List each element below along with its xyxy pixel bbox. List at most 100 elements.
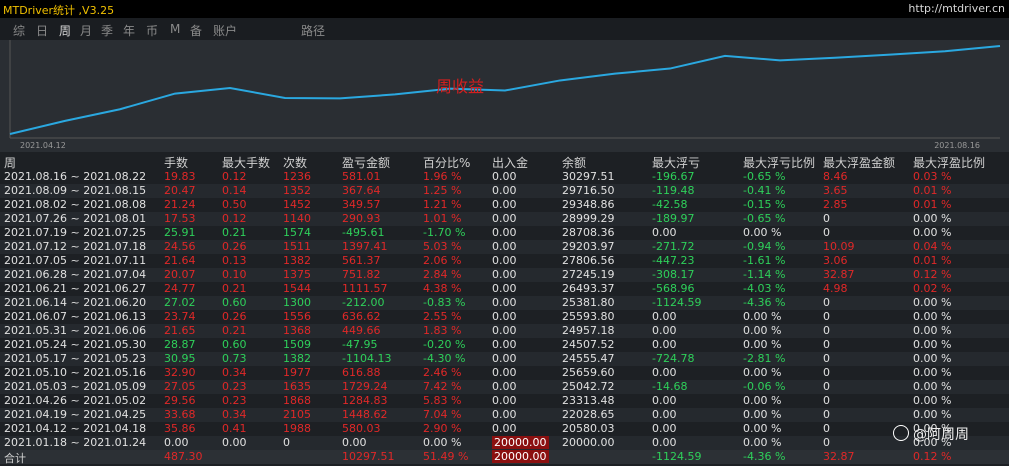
table-row[interactable]: 2021.05.03 ~ 2021.05.09 27.05 0.23 1635 1729…: [0, 380, 1009, 394]
table-row[interactable]: 2021.05.24 ~ 2021.05.30 28.87 0.60 1509 -47.…: [0, 338, 1009, 352]
cell-maxfppct: 0.03 %: [913, 170, 952, 183]
tab-9[interactable]: 账户: [213, 22, 237, 39]
cell-week: 2021.04.19 ~ 2021.04.25: [4, 408, 147, 421]
table-row[interactable]: 2021.01.18 ~ 2021.01.24 0.00 0.00 0 0.00 0.00…: [0, 436, 1009, 450]
cell-maxddpct: 0.00 %: [743, 408, 782, 421]
cell-count: 1236: [283, 170, 311, 183]
tab-7[interactable]: M: [170, 22, 180, 36]
table-row[interactable]: 2021.05.31 ~ 2021.06.06 21.65 0.21 1368 449.…: [0, 324, 1009, 338]
table-row[interactable]: 2021.04.26 ~ 2021.05.02 29.56 0.23 1868 1284…: [0, 394, 1009, 408]
app-title: MTDriver统计 ,V3.25: [3, 4, 115, 17]
cell-maxfppct: 0.00 %: [913, 380, 952, 393]
table-row[interactable]: 2021.05.17 ~ 2021.05.23 30.95 0.73 1382 -110…: [0, 352, 1009, 366]
cell-maxfp: 0: [823, 324, 830, 337]
tab-1[interactable]: 日: [36, 22, 48, 39]
cell-maxfppct: 0.01 %: [913, 254, 952, 267]
cell-maxdd: -196.67: [652, 170, 695, 183]
cell-maxdd: -447.23: [652, 254, 695, 267]
table-row[interactable]: 2021.04.12 ~ 2021.04.18 35.86 0.41 1988 580.…: [0, 422, 1009, 436]
table-row[interactable]: 2021.08.09 ~ 2021.08.15 20.47 0.14 1352 367.…: [0, 184, 1009, 198]
cell-maxlots: 0.41: [222, 422, 247, 435]
cell-count: 1382: [283, 254, 311, 267]
table-row[interactable]: 2021.08.02 ~ 2021.08.08 21.24 0.50 1452 349.…: [0, 198, 1009, 212]
cell-count: 1544: [283, 282, 311, 295]
cell-count: 1382: [283, 352, 311, 365]
cell-maxdd: -271.72: [652, 240, 695, 253]
cell-week: 2021.05.10 ~ 2021.05.16: [4, 366, 147, 379]
tab-8[interactable]: 备: [190, 22, 202, 39]
table-row[interactable]: 2021.06.14 ~ 2021.06.20 27.02 0.60 1300 -212…: [0, 296, 1009, 310]
cell-maxfp: 8.46: [823, 170, 848, 183]
tab-10[interactable]: 路径: [301, 22, 325, 39]
cell-count: 1368: [283, 324, 311, 337]
cell-maxfp: 0: [823, 296, 830, 309]
cell-week: 2021.07.05 ~ 2021.07.11: [4, 254, 147, 267]
cell-maxdd: 0.00: [652, 226, 677, 239]
table-row[interactable]: 2021.07.05 ~ 2021.07.11 21.64 0.13 1382 561.…: [0, 254, 1009, 268]
cell-maxfppct: 0.00 %: [913, 296, 952, 309]
column-header: 最大浮亏比例: [743, 156, 816, 170]
cell-pnl: 636.62: [342, 310, 381, 323]
tab-0[interactable]: 综: [13, 22, 25, 39]
tab-6[interactable]: 币: [146, 22, 158, 39]
cell-dep: 0.00: [492, 366, 517, 379]
cell-maxddpct: -0.15 %: [743, 198, 786, 211]
cell-bal: 24957.18: [562, 324, 615, 337]
cell-pct: 7.42 %: [423, 380, 462, 393]
table-row[interactable]: 2021.06.21 ~ 2021.06.27 24.77 0.21 1544 1111…: [0, 282, 1009, 296]
table-row[interactable]: 2021.08.16 ~ 2021.08.22 19.83 0.12 1236 581.…: [0, 170, 1009, 184]
cell-lots: 25.91: [164, 226, 196, 239]
period-tabs: 综日周月季年币 M 备账户 路径: [0, 18, 1009, 40]
table-row[interactable]: 2021.07.26 ~ 2021.08.01 17.53 0.12 1140 290.…: [0, 212, 1009, 226]
tab-4[interactable]: 季: [101, 22, 113, 39]
tab-2[interactable]: 周: [59, 22, 71, 39]
cell-pnl: 367.64: [342, 184, 381, 197]
cell-maxfp: 0: [823, 366, 830, 379]
cell-week: 2021.05.24 ~ 2021.05.30: [4, 338, 147, 351]
cell-lots: 23.74: [164, 310, 196, 323]
cell-maxddpct: -0.94 %: [743, 240, 786, 253]
cell-maxddpct: -0.65 %: [743, 212, 786, 225]
cell-week: 2021.07.26 ~ 2021.08.01: [4, 212, 147, 225]
total-lots: 487.30: [164, 450, 203, 463]
cell-maxlots: 0.14: [222, 184, 247, 197]
table-row[interactable]: 2021.04.19 ~ 2021.04.25 33.68 0.34 2105 1448…: [0, 408, 1009, 422]
cell-lots: 30.95: [164, 352, 196, 365]
chart-x-end: 2021.08.16: [934, 141, 980, 150]
cell-lots: 21.65: [164, 324, 196, 337]
cell-dep: 0.00: [492, 198, 517, 211]
cell-pnl: 616.88: [342, 366, 381, 379]
table-row[interactable]: 2021.06.07 ~ 2021.06.13 23.74 0.26 1556 636.…: [0, 310, 1009, 324]
table-row[interactable]: 2021.05.10 ~ 2021.05.16 32.90 0.34 1977 616.…: [0, 366, 1009, 380]
cell-maxfp: 0: [823, 226, 830, 239]
cell-bal: 25381.80: [562, 296, 615, 309]
cell-maxddpct: -1.14 %: [743, 268, 786, 281]
cell-count: 1988: [283, 422, 311, 435]
tab-3[interactable]: 月: [80, 22, 92, 39]
cell-pnl: 561.37: [342, 254, 381, 267]
table-row[interactable]: 2021.07.19 ~ 2021.07.25 25.91 0.21 1574 -495…: [0, 226, 1009, 240]
column-header: 手数: [164, 156, 189, 170]
cell-pct: 1.96 %: [423, 170, 462, 183]
cell-lots: 32.90: [164, 366, 196, 379]
cell-maxfp: 10.09: [823, 240, 855, 253]
cell-dep: 0.00: [492, 408, 517, 421]
column-header: 最大手数: [222, 156, 271, 170]
tab-5[interactable]: 年: [123, 22, 135, 39]
cell-maxfppct: 0.00 %: [913, 338, 952, 351]
cell-count: 1868: [283, 394, 311, 407]
cell-week: 2021.05.31 ~ 2021.06.06: [4, 324, 147, 337]
cell-maxfp: 3.65: [823, 184, 848, 197]
table-row[interactable]: 2021.06.28 ~ 2021.07.04 20.07 0.10 1375 751.…: [0, 268, 1009, 282]
cell-dep: 0.00: [492, 352, 517, 365]
table-row[interactable]: 2021.07.12 ~ 2021.07.18 24.56 0.26 1511 1397…: [0, 240, 1009, 254]
chart-label: 周收益: [436, 77, 484, 96]
cell-pct: 1.83 %: [423, 324, 462, 337]
cell-maxfp: 0: [823, 310, 830, 323]
cell-pct: 1.21 %: [423, 198, 462, 211]
cell-pnl: 581.01: [342, 170, 381, 183]
app-url[interactable]: http://mtdriver.cn: [908, 2, 1005, 15]
cell-bal: 23313.48: [562, 394, 615, 407]
cell-maxfppct: 0.04 %: [913, 240, 952, 253]
cell-count: 1556: [283, 310, 311, 323]
